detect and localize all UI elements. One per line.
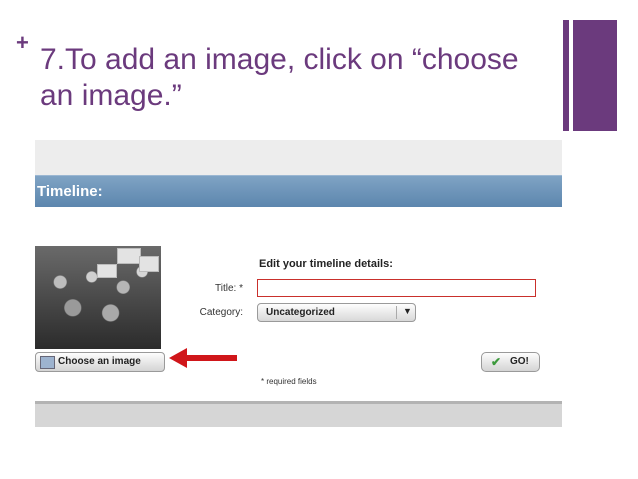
bottom-bar <box>35 401 562 427</box>
timeline-photo <box>35 246 161 349</box>
photo-sign <box>117 248 141 264</box>
photo-sign <box>139 256 159 272</box>
title-label: Title: * <box>215 283 243 294</box>
photo-sign <box>97 264 117 278</box>
timeline-header-bar: Timeline: <box>35 175 562 208</box>
go-label: GO! <box>510 356 529 367</box>
category-value: Uncategorized <box>266 307 335 318</box>
timeline-header: Timeline: <box>37 183 103 200</box>
check-icon: ✔ <box>491 355 502 369</box>
dropdown-arrow-icon: ▼ <box>403 306 412 316</box>
choose-image-button[interactable]: Choose an image <box>35 352 165 372</box>
decor-bar-thin <box>563 20 569 131</box>
decor-bar-block <box>573 20 617 131</box>
go-button[interactable]: ✔ GO! <box>481 352 540 372</box>
category-label: Category: <box>199 307 243 318</box>
edit-details-heading: Edit your timeline details: <box>259 258 393 270</box>
screenshot-top-area <box>35 140 562 175</box>
red-arrow-icon <box>169 348 237 368</box>
choose-image-label: Choose an image <box>58 356 141 367</box>
select-divider <box>396 306 397 319</box>
image-icon <box>40 356 55 369</box>
slide-title: 7.To add an image, click on “choose an i… <box>40 43 519 112</box>
bullet-plus: + <box>16 30 29 55</box>
embedded-screenshot: Timeline: Edit your timeline details: Ti… <box>35 140 562 427</box>
title-input[interactable] <box>257 279 536 297</box>
required-fields-note: * required fields <box>261 377 317 386</box>
edit-panel: Edit your timeline details: Title: * Cat… <box>35 207 562 401</box>
category-select[interactable]: Uncategorized ▼ <box>257 303 416 322</box>
